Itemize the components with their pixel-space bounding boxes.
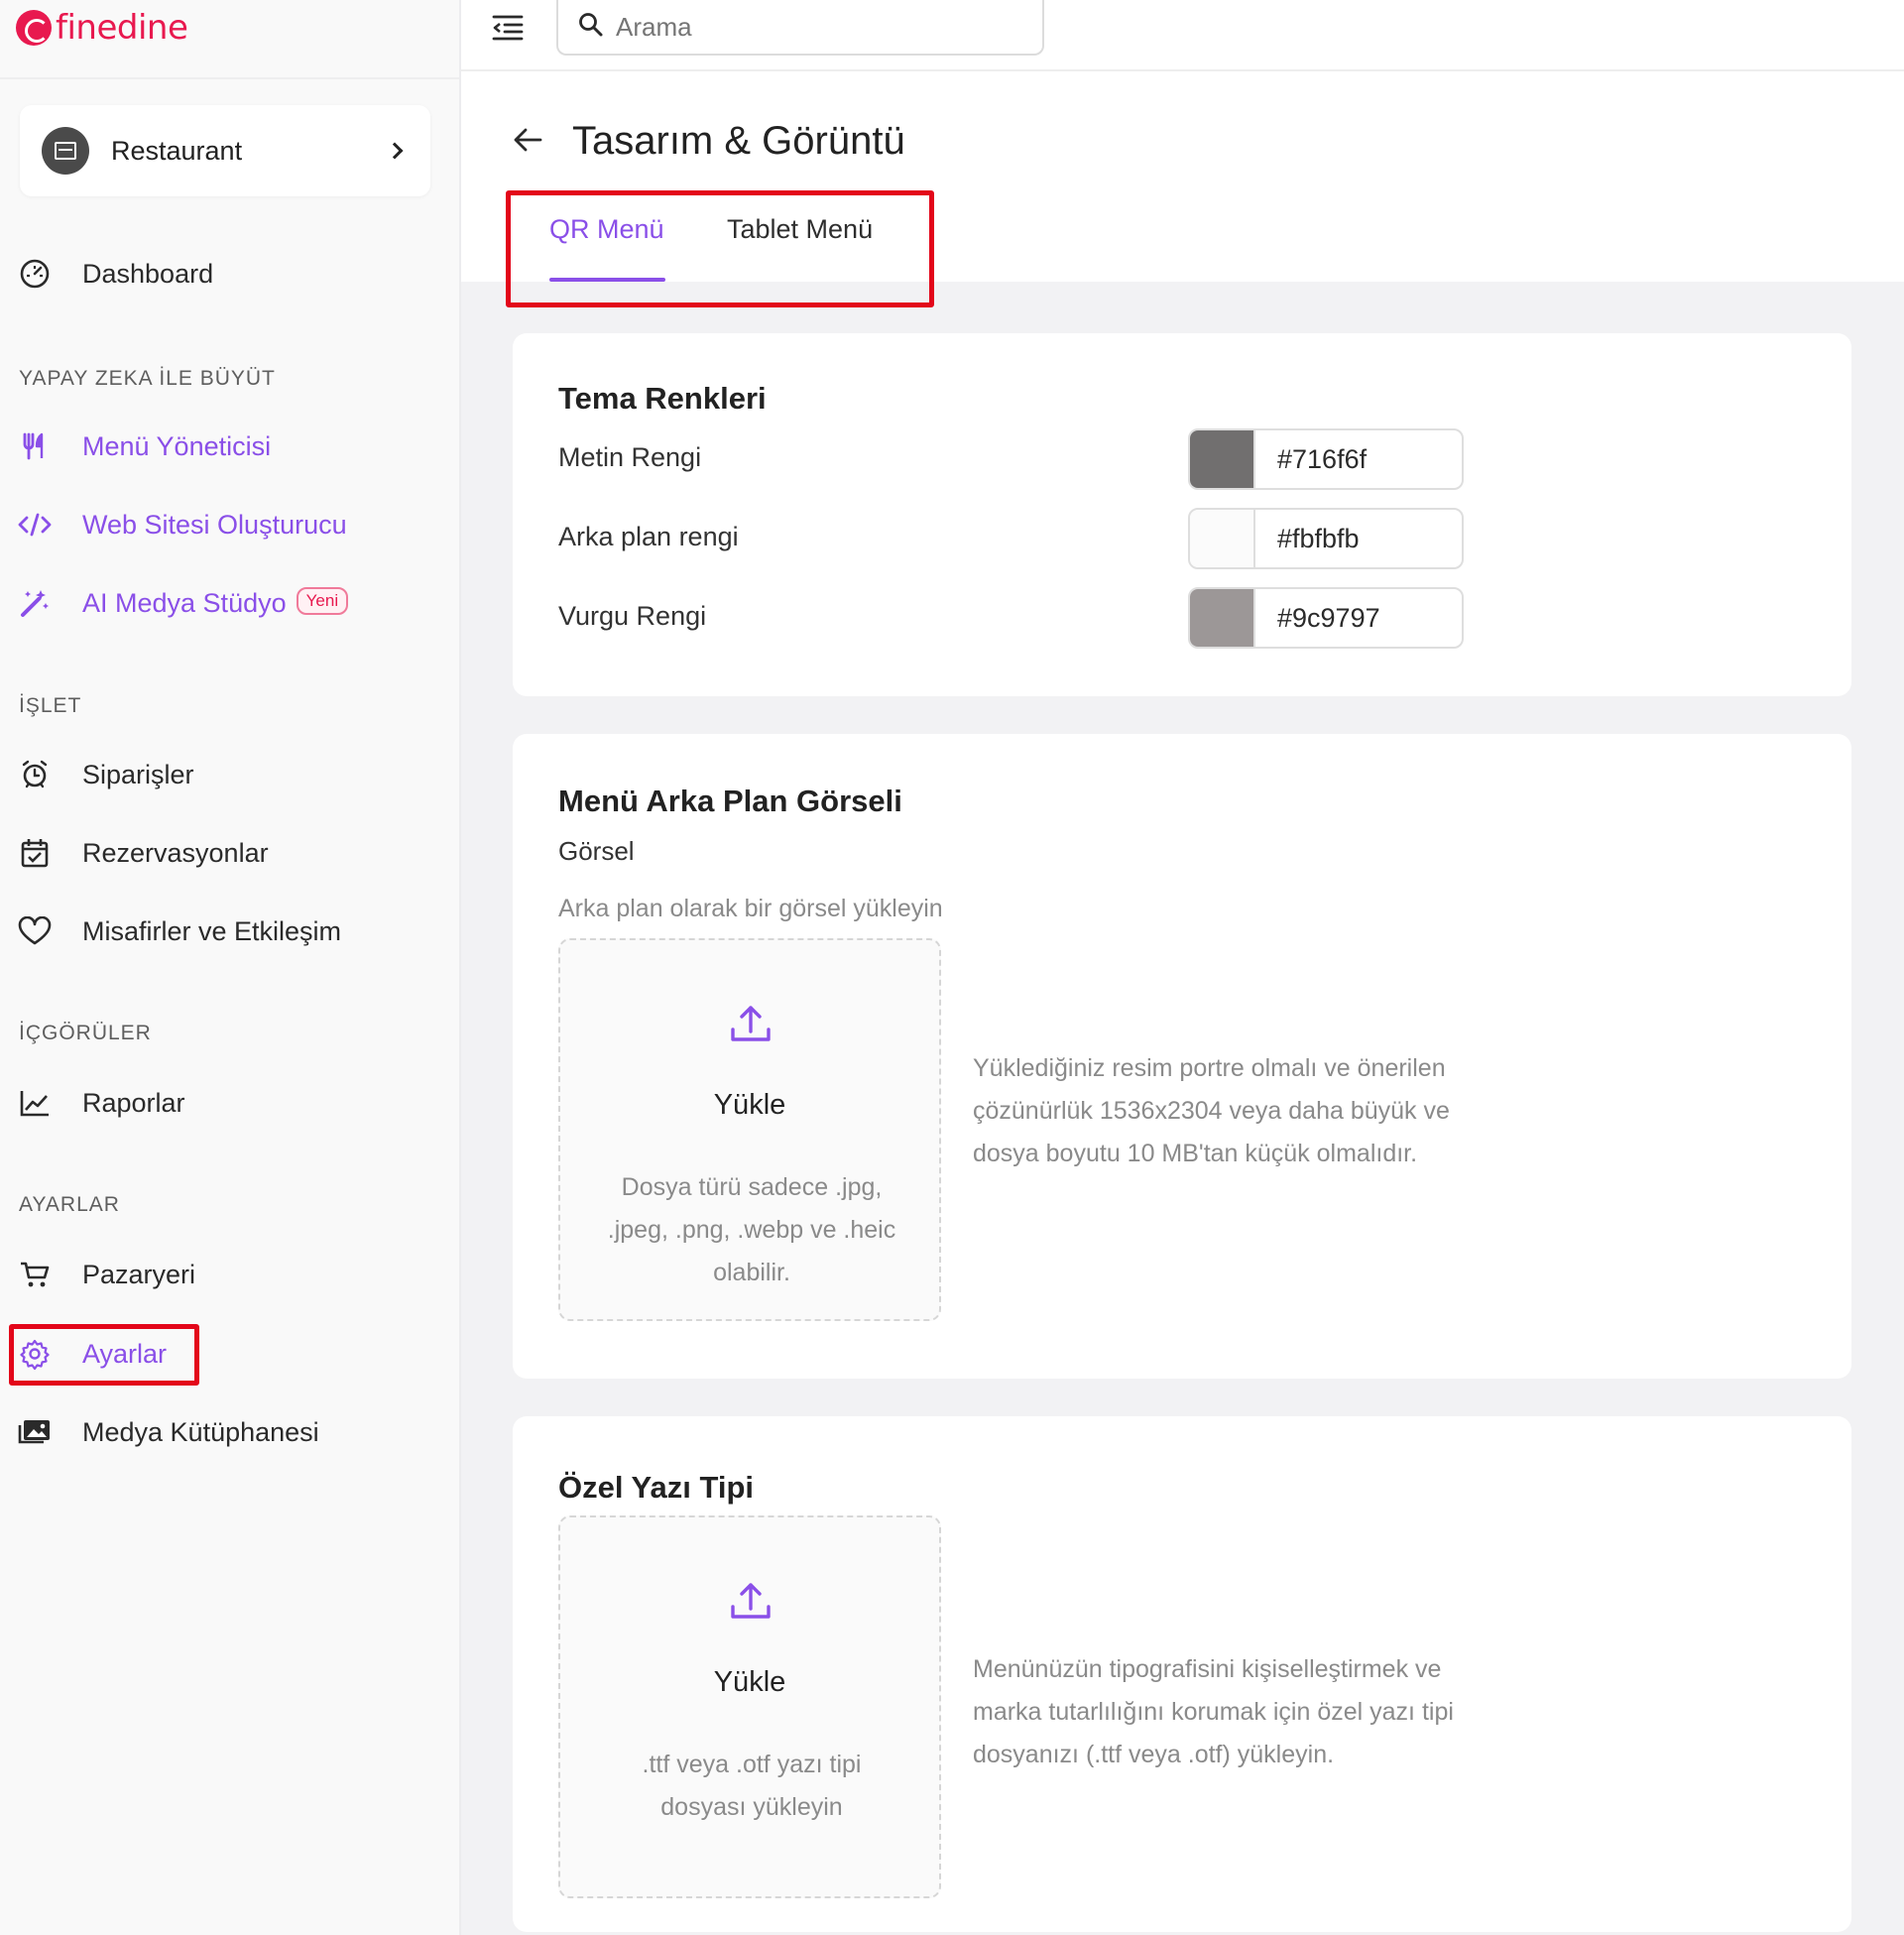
- background-color-value[interactable]: #fbfbfb: [1277, 524, 1456, 554]
- sidebar-item-media-library[interactable]: Medya Kütüphanesi: [0, 1402, 436, 1462]
- restaurant-name: Restaurant: [111, 135, 243, 166]
- sidebar-item-label-group: AI Medya Stüdyo Yeni: [82, 587, 349, 619]
- magic-wand-icon: [18, 587, 52, 619]
- chevron-right-icon: [386, 142, 404, 160]
- background-image-hint: Arka plan olarak bir görsel yükleyin: [558, 895, 943, 922]
- new-badge: Yeni: [296, 587, 349, 616]
- store-icon: [42, 127, 89, 175]
- settings-highlight-frame: [9, 1324, 199, 1386]
- sidebar-item-label: Medya Kütüphanesi: [82, 1416, 319, 1447]
- upload-hint: .ttf veya .otf yazı tipi dosyası yükleyi…: [642, 1751, 862, 1821]
- sidebar-item-guests[interactable]: Misafirler ve Etkileşim: [0, 902, 436, 961]
- brand-name: finedine: [56, 8, 188, 48]
- background-image-subtitle: Görsel: [558, 836, 635, 866]
- tabs-highlight-frame: [506, 190, 934, 307]
- upload-label[interactable]: Yükle: [560, 1666, 939, 1699]
- sidebar-item-label: Dashboard: [82, 258, 214, 289]
- code-icon: [18, 509, 52, 541]
- image-gallery-icon: [18, 1416, 52, 1448]
- sidebar-item-label: Web Sitesi Oluşturucu: [82, 509, 347, 540]
- section-title-ai: YAPAY ZEKA İLE BÜYÜT: [19, 367, 276, 390]
- alarm-clock-icon: [18, 759, 52, 790]
- finedine-logo-icon: [16, 10, 52, 46]
- sidebar-item-ai-media-studio[interactable]: AI Medya Stüdyo Yeni: [0, 573, 436, 633]
- theme-colors-card: Tema Renkleri Metin Rengi #716f6f Arka p…: [513, 333, 1851, 696]
- text-color-field[interactable]: #716f6f: [1188, 428, 1464, 490]
- sidebar-item-label: Pazaryeri: [82, 1259, 196, 1289]
- sidebar-item-label: Menü Yöneticisi: [82, 430, 272, 461]
- sidebar-item-label: AI Medya Stüdyo: [82, 587, 287, 618]
- sidebar-item-orders[interactable]: Siparişler: [0, 745, 436, 804]
- section-title-insights: İÇGÖRÜLER: [19, 1022, 152, 1044]
- accent-color-label: Vurgu Rengi: [558, 601, 707, 631]
- top-bar: [461, 0, 1904, 71]
- search-input[interactable]: [616, 11, 1032, 43]
- sidebar-item-label: Raporlar: [82, 1087, 185, 1118]
- heart-icon: [18, 915, 52, 947]
- page-title: Tasarım & Görüntü: [572, 119, 905, 163]
- custom-font-note: Menünüzün tipografisini kişiselleştirmek…: [973, 1655, 1454, 1768]
- accent-color-swatch[interactable]: [1190, 589, 1255, 647]
- sidebar-item-marketplace[interactable]: Pazaryeri: [0, 1245, 436, 1304]
- sidebar-divider: [0, 77, 459, 79]
- sidebar-item-website-builder[interactable]: Web Sitesi Oluşturucu: [0, 495, 436, 554]
- cart-icon: [18, 1259, 52, 1290]
- sidebar-item-label: Siparişler: [82, 759, 194, 789]
- background-image-card: Menü Arka Plan Görseli Görsel Arka plan …: [513, 734, 1851, 1379]
- sidebar: finedine Restaurant Dashboard YAPAY ZEKA…: [0, 0, 461, 1935]
- main-content: Tasarım & Görüntü QR Menü Tablet Menü Te…: [461, 71, 1904, 1935]
- fork-knife-icon: [18, 430, 52, 462]
- line-chart-icon: [18, 1087, 52, 1119]
- background-image-note: Yüklediğiniz resim portre olmalı ve öner…: [973, 1054, 1450, 1167]
- search-icon: [578, 12, 604, 43]
- upload-icon: [729, 1579, 773, 1623]
- custom-font-title: Özel Yazı Tipi: [558, 1470, 754, 1505]
- text-color-label: Metin Rengi: [558, 442, 702, 472]
- sidebar-item-reports[interactable]: Raporlar: [0, 1073, 436, 1133]
- sidebar-item-menu-manager[interactable]: Menü Yöneticisi: [0, 417, 436, 476]
- speedometer-icon: [18, 258, 52, 290]
- section-title-operate: İŞLET: [19, 694, 82, 717]
- back-arrow-icon[interactable]: [511, 123, 544, 157]
- text-color-swatch[interactable]: [1190, 430, 1255, 488]
- calendar-check-icon: [18, 837, 52, 869]
- sidebar-item-label: Rezervasyonlar: [82, 837, 269, 868]
- background-color-field[interactable]: #fbfbfb: [1188, 508, 1464, 569]
- page-header: Tasarım & Görüntü QR Menü Tablet Menü: [461, 71, 1904, 307]
- text-color-value[interactable]: #716f6f: [1277, 444, 1456, 475]
- accent-color-field[interactable]: #9c9797: [1188, 587, 1464, 649]
- background-color-swatch[interactable]: [1190, 510, 1255, 567]
- background-color-label: Arka plan rengi: [558, 522, 739, 551]
- upload-hint: Dosya türü sadece .jpg, .jpeg, .png, .we…: [607, 1173, 896, 1286]
- theme-colors-title: Tema Renkleri: [558, 381, 767, 416]
- background-image-upload-dropzone[interactable]: Yükle Dosya türü sadece .jpg, .jpeg, .pn…: [558, 938, 941, 1321]
- sidebar-item-label: Misafirler ve Etkileşim: [82, 915, 342, 946]
- background-image-title: Menü Arka Plan Görseli: [558, 784, 902, 818]
- section-title-settings: AYARLAR: [19, 1193, 120, 1216]
- finedine-logo[interactable]: finedine: [16, 8, 188, 48]
- sidebar-item-reservations[interactable]: Rezervasyonlar: [0, 823, 436, 883]
- search-box[interactable]: [556, 0, 1044, 56]
- upload-icon: [729, 1002, 773, 1045]
- sidebar-item-dashboard[interactable]: Dashboard: [0, 244, 436, 303]
- upload-label[interactable]: Yükle: [560, 1089, 939, 1122]
- custom-font-upload-dropzone[interactable]: Yükle .ttf veya .otf yazı tipi dosyası y…: [558, 1515, 941, 1898]
- custom-font-card: Özel Yazı Tipi Yükle .ttf veya .otf yazı…: [513, 1416, 1851, 1932]
- menu-collapse-icon[interactable]: [491, 14, 527, 42]
- restaurant-switcher[interactable]: Restaurant: [20, 105, 430, 196]
- accent-color-value[interactable]: #9c9797: [1277, 603, 1456, 634]
